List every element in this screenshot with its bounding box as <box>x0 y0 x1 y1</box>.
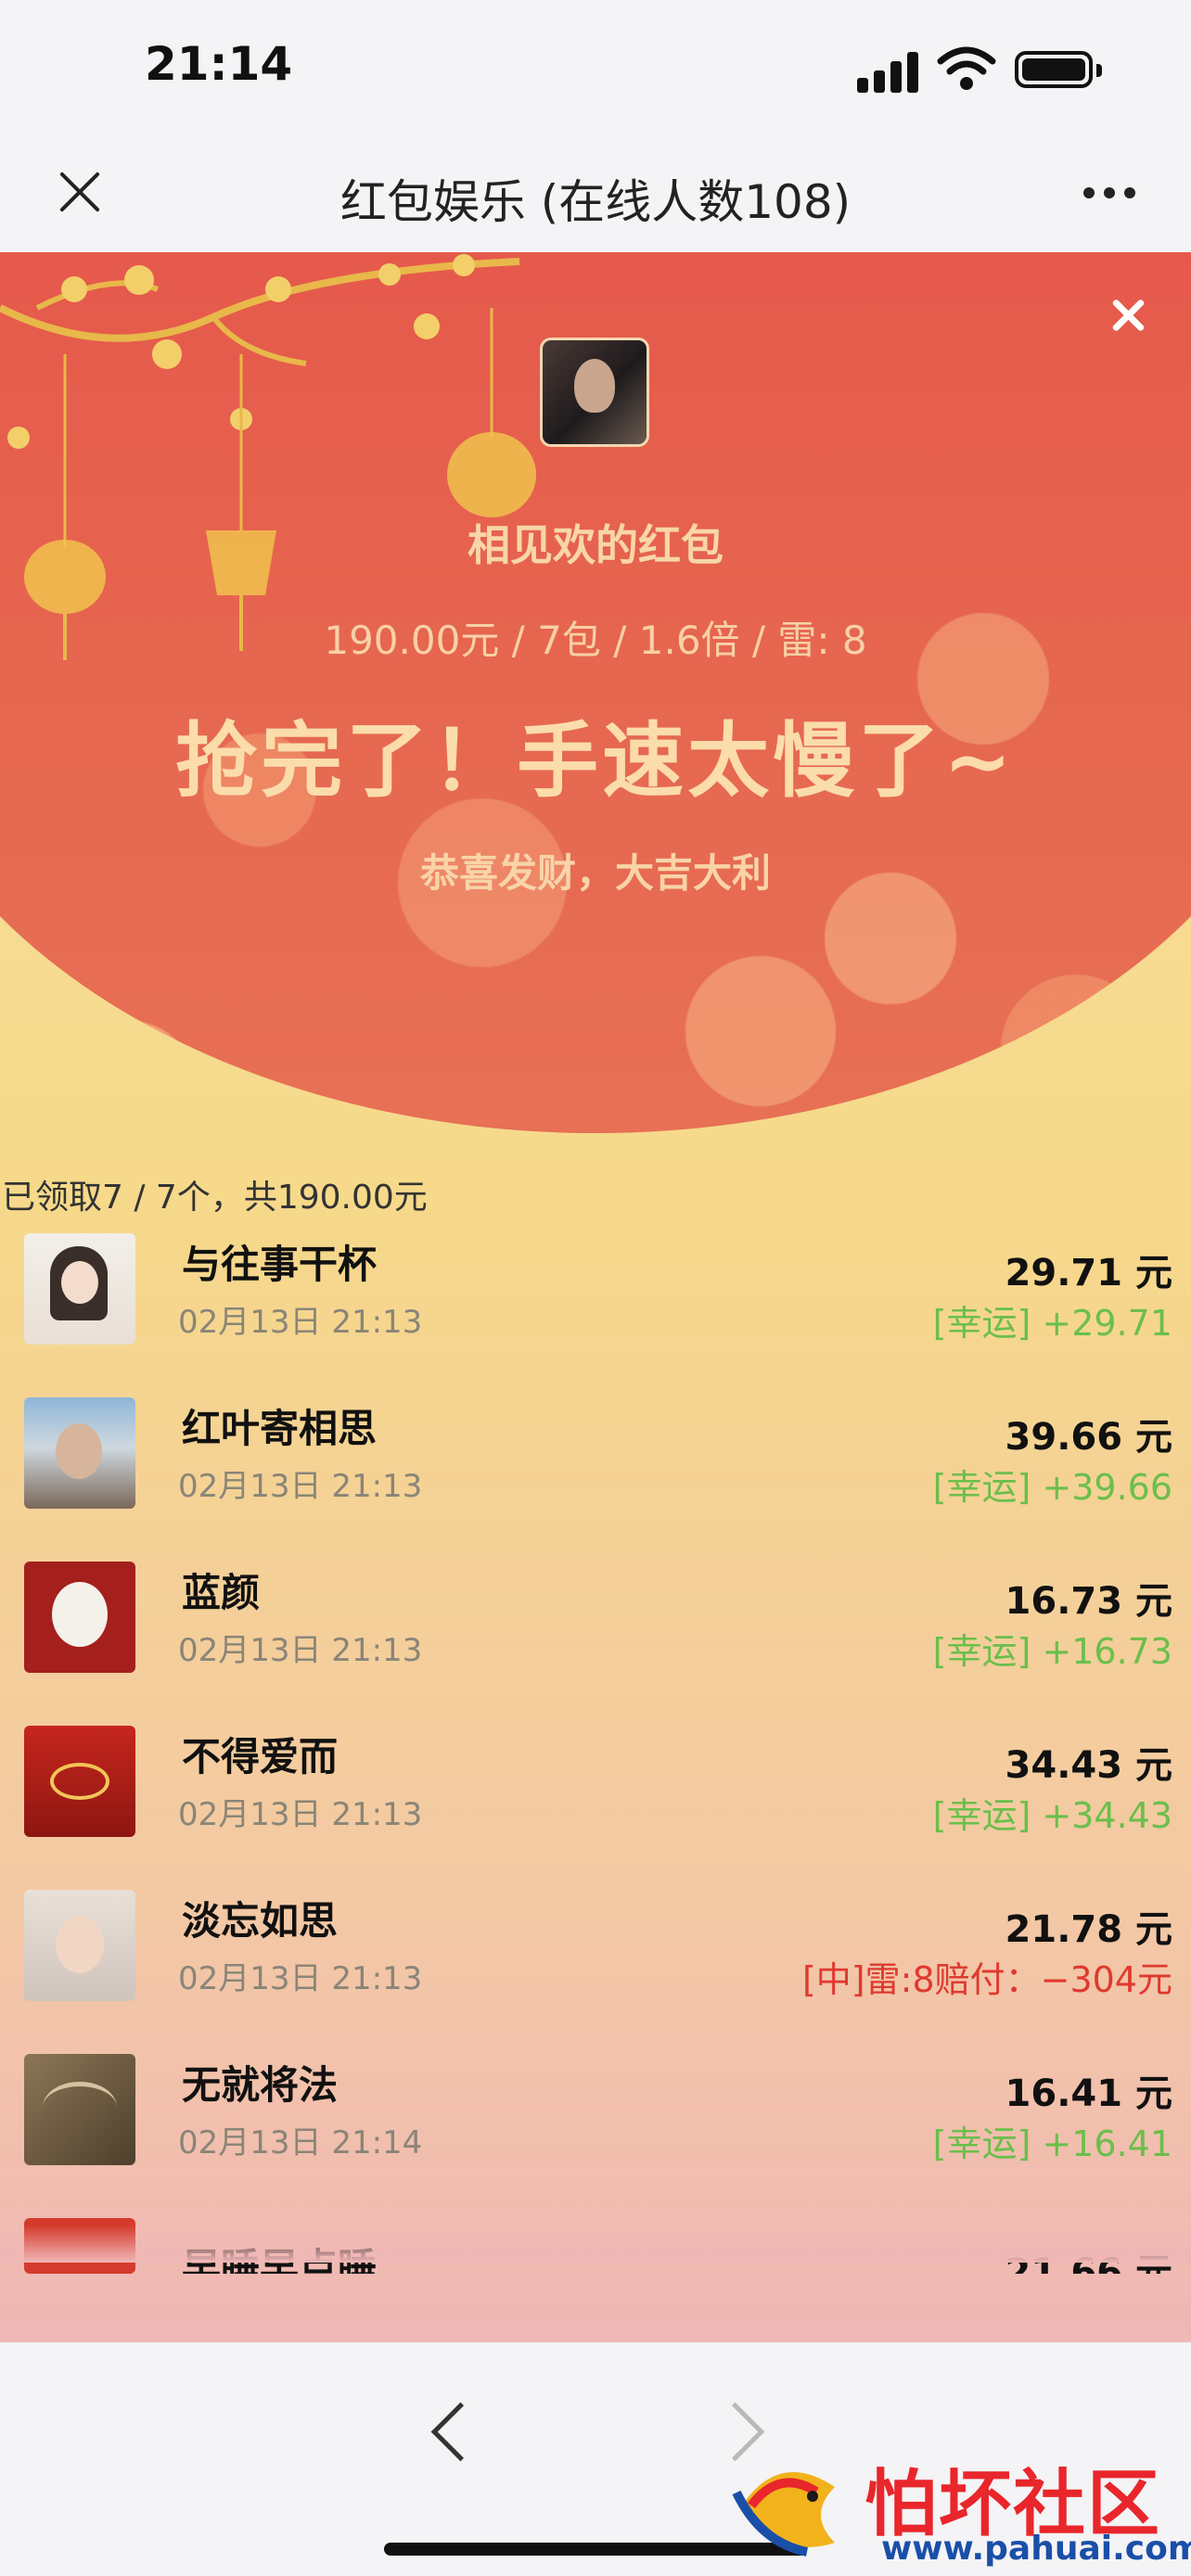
page-title: 红包娱乐 (在线人数108) <box>339 175 852 229</box>
claim-time: 02月13日 21:14 <box>178 2124 423 2162</box>
packet-meta: 190.00元 / 7包 / 1.6倍 / 雷: 8 <box>324 618 867 663</box>
cellular-signal-icon <box>857 48 922 93</box>
packet-status-headline: 抢完了！手速太慢了~ <box>175 713 1016 809</box>
claim-bonus: [幸运] +16.41 <box>932 2123 1172 2164</box>
claim-bonus: [中]雷:8赔付：−304元 <box>801 1959 1172 2000</box>
list-item[interactable]: 红叶寄相思 02月13日 21:13 39.66 元 [幸运] +39.66 <box>0 1397 1191 1562</box>
list-item[interactable]: 不得爱而 02月13日 21:13 34.43 元 [幸运] +34.43 <box>0 1726 1191 1890</box>
avatar[interactable] <box>24 1397 135 1509</box>
claim-bonus: [幸运] +16.73 <box>932 1631 1172 1672</box>
claimer-name: 不得爱而 <box>182 1734 339 1779</box>
claim-time: 02月13日 21:13 <box>178 1632 423 1669</box>
fish-logo-icon <box>732 2472 835 2557</box>
list-item[interactable]: 淡忘如思 02月13日 21:13 21.78 元 [中]雷:8赔付：−304元 <box>0 1890 1191 2054</box>
claim-amount: 16.73 元 <box>1005 1580 1172 1623</box>
nav-bar: 红包娱乐 (在线人数108) <box>0 139 1191 252</box>
avatar[interactable] <box>24 1233 135 1345</box>
back-arrow-icon[interactable] <box>430 2402 491 2462</box>
avatar[interactable] <box>24 1726 135 1837</box>
sender-avatar[interactable] <box>540 338 649 447</box>
claim-list: 与往事干杯 02月13日 21:13 29.71 元 [幸运] +29.71 红… <box>0 1233 1191 2274</box>
claim-amount: 34.43 元 <box>1005 1744 1172 1787</box>
claimer-name: 与往事干杯 <box>182 1242 378 1287</box>
claimer-name: 红叶寄相思 <box>182 1406 378 1451</box>
claimer-name: 无就将法 <box>182 2062 339 2108</box>
claim-bonus: [幸运] +29.71 <box>932 1303 1172 1344</box>
claim-amount: 21.78 元 <box>1005 1908 1172 1951</box>
list-item[interactable]: 无就将法 02月13日 21:14 16.41 元 [幸运] +16.41 <box>0 2054 1191 2218</box>
claim-summary: 已领取7 / 7个，共190.00元 <box>2 1179 428 1217</box>
claimer-name: 淡忘如思 <box>182 1898 339 1944</box>
status-bar: 21:14 <box>0 0 1191 139</box>
packet-sender: 相见欢的红包 <box>467 520 724 570</box>
battery-icon <box>1015 51 1102 88</box>
watermark-url: www.pahuai.com <box>881 2530 1191 2568</box>
watermark: 怕坏社区 www.pahuai.com <box>724 2441 1191 2570</box>
packet-blessing: 恭喜发财，大吉大利 <box>419 850 771 896</box>
status-time: 21:14 <box>145 37 293 91</box>
list-item[interactable]: 蓝颜 02月13日 21:13 16.73 元 [幸运] +16.73 <box>0 1562 1191 1726</box>
claim-time: 02月13日 21:13 <box>178 1960 423 1997</box>
more-options-icon[interactable] <box>1083 187 1139 200</box>
claim-time: 02月13日 21:13 <box>178 1468 423 1505</box>
claim-amount: 39.66 元 <box>1005 1416 1172 1459</box>
avatar[interactable] <box>24 1562 135 1673</box>
claim-bonus: [幸运] +34.43 <box>932 1795 1172 1836</box>
close-packet-icon[interactable] <box>1108 295 1148 336</box>
claim-time: 02月13日 21:13 <box>178 1304 423 1341</box>
red-packet-card: 相见欢的红包 190.00元 / 7包 / 1.6倍 / 雷: 8 抢完了！手速… <box>0 252 1191 2342</box>
wifi-icon <box>937 46 996 90</box>
claim-amount: 16.41 元 <box>1005 2072 1172 2115</box>
claim-bonus: [幸运] +39.66 <box>932 1467 1172 1508</box>
claimer-name: 蓝颜 <box>182 1570 261 1615</box>
claim-time: 02月13日 21:13 <box>178 1796 423 1833</box>
list-item[interactable]: 与往事干杯 02月13日 21:13 29.71 元 [幸运] +29.71 <box>0 1233 1191 1397</box>
claim-amount: 29.71 元 <box>1005 1252 1172 1294</box>
avatar[interactable] <box>24 1890 135 2001</box>
list-fade <box>0 2225 1191 2263</box>
avatar[interactable] <box>24 2054 135 2165</box>
